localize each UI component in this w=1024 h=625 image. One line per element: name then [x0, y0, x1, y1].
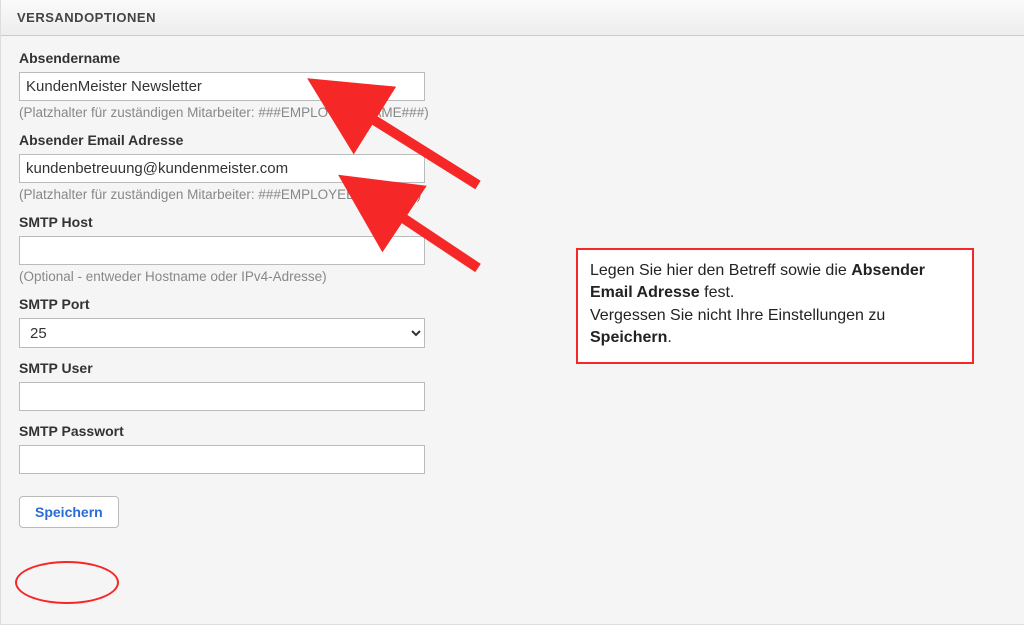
callout-text-2a: Vergessen Sie nicht Ihre Einstellungen z… [590, 307, 885, 324]
sender-name-input[interactable] [19, 72, 425, 101]
field-smtp-user: SMTP User [19, 360, 1006, 411]
smtp-user-input[interactable] [19, 382, 425, 411]
sender-email-hint: (Platzhalter für zuständigen Mitarbeiter… [19, 187, 1006, 202]
callout-text-1a: Legen Sie hier den Betreff sowie die [590, 262, 851, 279]
field-sender-email: Absender Email Adresse (Platzhalter für … [19, 132, 1006, 202]
callout-text-1c: fest. [700, 284, 735, 301]
panel-title: VERSANDOPTIONEN [1, 0, 1024, 36]
sender-name-label: Absendername [19, 50, 1006, 66]
sender-name-hint: (Platzhalter für zuständigen Mitarbeiter… [19, 105, 1006, 120]
save-button[interactable]: Speichern [19, 496, 119, 528]
field-smtp-password: SMTP Passwort [19, 423, 1006, 474]
smtp-host-input[interactable] [19, 236, 425, 265]
field-sender-name: Absendername (Platzhalter für zuständige… [19, 50, 1006, 120]
smtp-password-label: SMTP Passwort [19, 423, 1006, 439]
sender-email-label: Absender Email Adresse [19, 132, 1006, 148]
smtp-port-select[interactable]: 25 [19, 318, 425, 348]
smtp-password-input[interactable] [19, 445, 425, 474]
callout-text-2b: Speichern [590, 329, 667, 346]
annotation-callout: Legen Sie hier den Betreff sowie die Abs… [576, 248, 974, 364]
sender-email-input[interactable] [19, 154, 425, 183]
callout-text-2c: . [667, 329, 671, 346]
smtp-host-label: SMTP Host [19, 214, 1006, 230]
